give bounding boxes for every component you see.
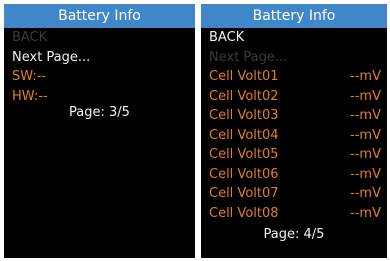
cell-voltage-value: --mV	[350, 88, 381, 104]
menu-list: BACK Next Page... Cell Volt01 --mV Cell …	[201, 28, 387, 223]
cell-voltage-label: Cell Volt07	[209, 186, 279, 201]
cell-voltage-value: --mV	[350, 127, 381, 143]
cell-voltage-value: --mV	[350, 186, 381, 201]
cell-voltage-row: Cell Volt04 --mV	[209, 126, 381, 146]
back-menu-item[interactable]: BACK	[209, 28, 381, 48]
cell-voltage-label: Cell Volt05	[209, 147, 279, 162]
cell-voltage-row: Cell Volt03 --mV	[209, 106, 381, 126]
cell-voltage-label: Cell Volt08	[209, 205, 279, 221]
cell-voltage-label: Cell Volt02	[209, 88, 279, 104]
hardware-version-row: HW:--	[12, 87, 189, 107]
back-label: BACK	[209, 30, 245, 45]
cell-voltage-row: Cell Volt07 --mV	[209, 184, 381, 204]
battery-info-screen-page-3: Battery Info BACK Next Page... SW:-- HW:…	[4, 4, 195, 258]
cell-voltage-value: --mV	[350, 166, 381, 182]
screen-title: Battery Info	[58, 8, 141, 24]
cell-voltage-row: Cell Volt01 --mV	[209, 67, 381, 87]
cell-voltage-value: --mV	[350, 108, 381, 123]
battery-info-screen-page-4: Battery Info BACK Next Page... Cell Volt…	[201, 4, 387, 258]
cell-voltage-row: Cell Volt02 --mV	[209, 87, 381, 107]
cell-voltage-label: Cell Volt04	[209, 127, 279, 143]
cell-voltage-label: Cell Volt03	[209, 108, 279, 123]
cell-voltage-value: --mV	[350, 205, 381, 221]
next-page-menu-item[interactable]: Next Page...	[12, 48, 189, 68]
back-menu-item[interactable]: BACK	[12, 28, 189, 48]
cell-voltage-row: Cell Volt08 --mV	[209, 204, 381, 224]
title-bar: Battery Info	[201, 4, 387, 28]
cell-voltage-row: Cell Volt06 --mV	[209, 165, 381, 185]
software-version-label: SW:--	[12, 69, 47, 84]
cell-voltage-row: Cell Volt05 --mV	[209, 145, 381, 165]
next-page-label: Next Page...	[209, 49, 288, 65]
next-page-label: Next Page...	[12, 49, 91, 65]
menu-list: BACK Next Page... SW:-- HW:--	[4, 28, 195, 106]
page-indicator: Page: 4/5	[263, 227, 325, 242]
back-label: BACK	[12, 30, 48, 45]
cell-voltage-label: Cell Volt01	[209, 69, 279, 84]
hardware-version-label: HW:--	[12, 88, 48, 104]
cell-voltage-value: --mV	[350, 69, 381, 84]
next-page-menu-item[interactable]: Next Page...	[209, 48, 381, 68]
screen-title: Battery Info	[252, 8, 336, 24]
cell-voltage-label: Cell Volt06	[209, 166, 279, 182]
page-indicator: Page: 3/5	[69, 105, 130, 120]
cell-voltage-value: --mV	[350, 147, 381, 162]
title-bar: Battery Info	[4, 4, 195, 28]
software-version-row: SW:--	[12, 67, 189, 87]
